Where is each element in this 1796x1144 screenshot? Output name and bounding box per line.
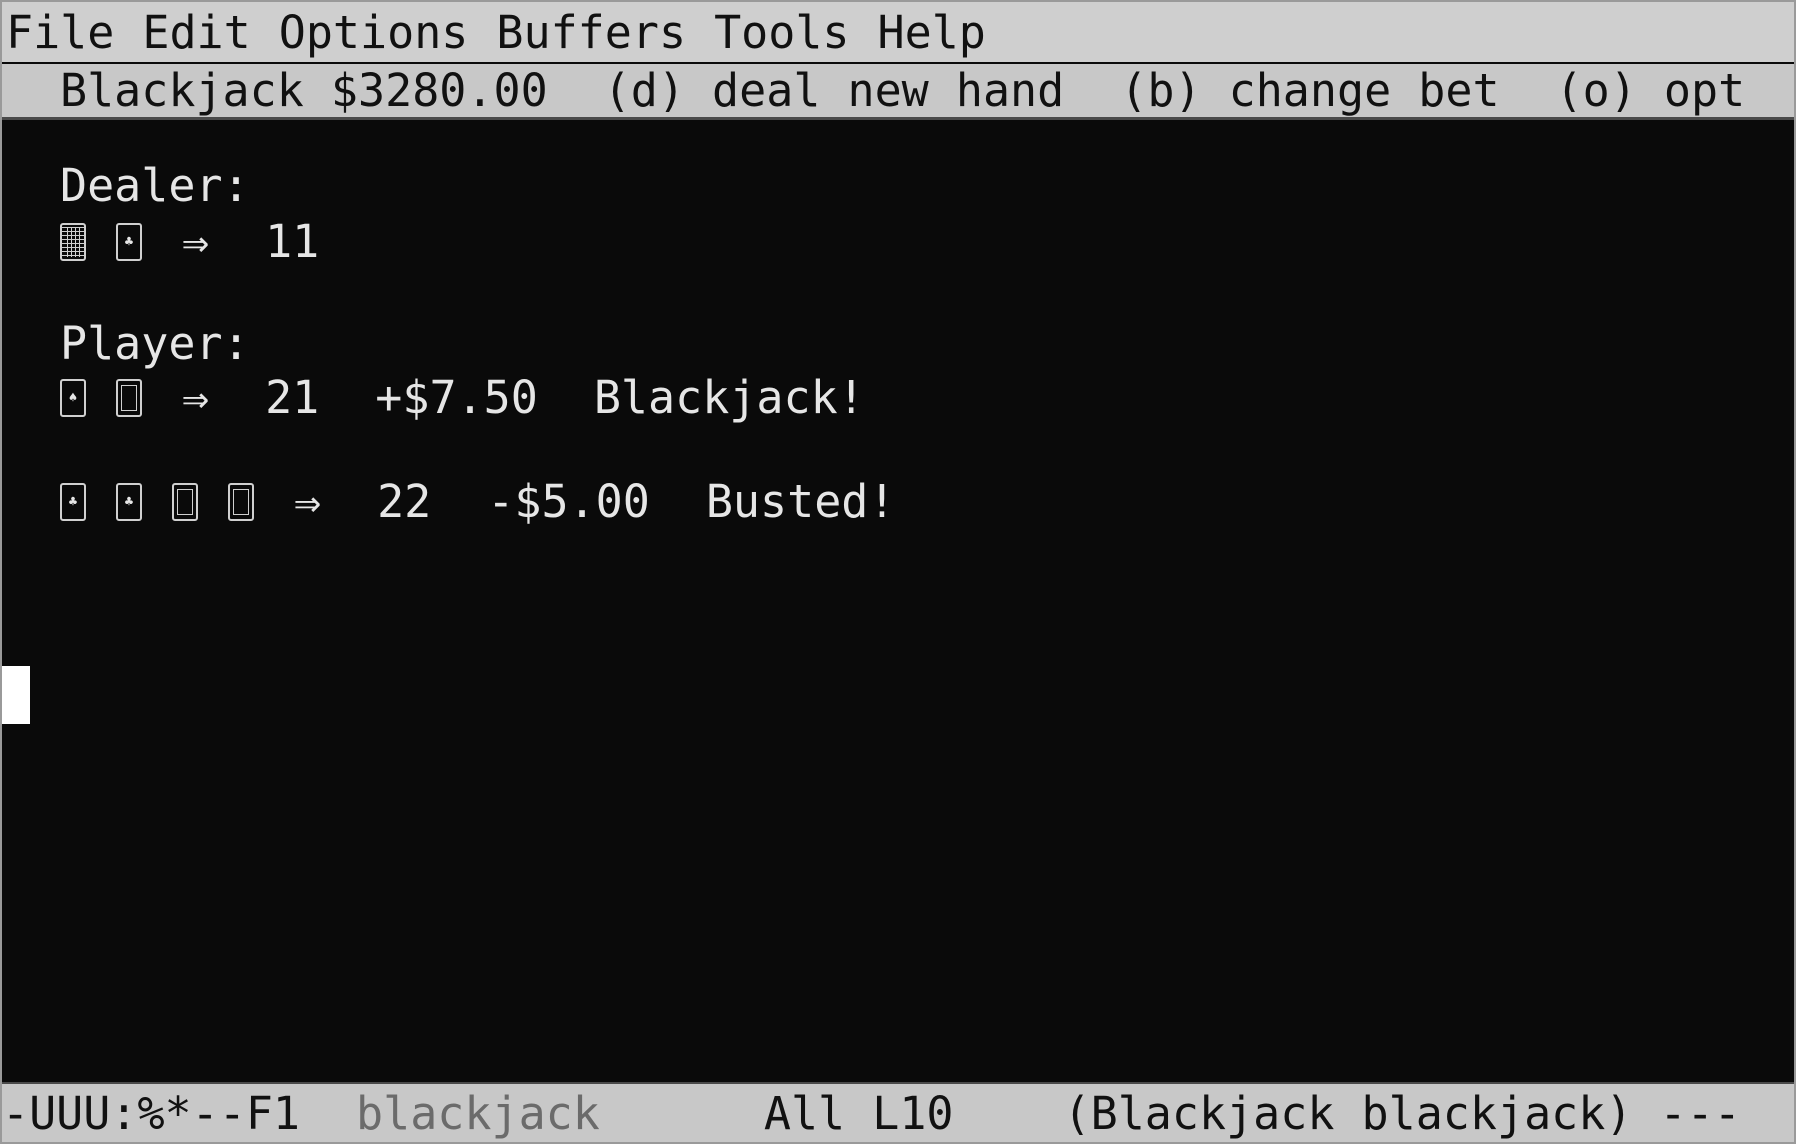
menu-buffers[interactable]: Buffers (492, 6, 686, 59)
arrow-icon: ⇒ (182, 371, 210, 424)
menu-help[interactable]: Help (874, 6, 986, 59)
buffer-name[interactable]: blackjack (356, 1087, 600, 1140)
dealer-hand: ♣ ⇒ 11 (60, 212, 319, 272)
bankroll-title: Blackjack $3280.00 (60, 64, 548, 117)
card-back-icon (60, 223, 86, 261)
options-hint: (o) opt (1555, 64, 1746, 117)
menu-bar: File Edit Options Buffers Tools Help (2, 2, 1794, 62)
buffer-body[interactable]: Dealer: ♣ ⇒ 11 Player: ♠ ⇒ 21 +$7.50 Bla… (2, 122, 1794, 1080)
menu-tools[interactable]: Tools (710, 6, 849, 59)
arrow-icon: ⇒ (182, 215, 210, 268)
deal-hint: (d) deal new hand (603, 64, 1065, 117)
jack-card-icon (172, 483, 198, 521)
hand-total: 21 (265, 371, 320, 424)
spade-card-icon: ♠ (60, 379, 86, 417)
text-cursor (2, 666, 30, 724)
dealer-total: 11 (265, 215, 320, 268)
queen-card-icon (228, 483, 254, 521)
mode-line: -UUU:%*--F1 blackjack All L10 (Blackjack… (2, 1082, 1794, 1142)
menu-file[interactable]: File (2, 6, 114, 59)
player-hand-2: ♣ ♣ ⇒ 22 -$5.00 Busted! (60, 472, 896, 532)
header-line: Blackjack $3280.00 (d) deal new hand (b)… (2, 64, 1794, 120)
hand-amount: -$5.00 (487, 475, 650, 528)
emacs-frame: File Edit Options Buffers Tools Help Bla… (0, 0, 1796, 1144)
club-card-icon: ♣ (116, 483, 142, 521)
club-card-icon: ♣ (60, 483, 86, 521)
hand-amount: +$7.50 (375, 371, 538, 424)
player-label: Player: (60, 317, 250, 370)
hand-total: 22 (377, 475, 432, 528)
menu-options[interactable]: Options (275, 6, 469, 59)
hand-result: Blackjack! (593, 371, 865, 424)
arrow-icon: ⇒ (294, 475, 322, 528)
major-mode[interactable]: (Blackjack blackjack) --- (1064, 1087, 1741, 1140)
dealer-label: Dealer: (60, 159, 250, 212)
hand-result: Busted! (705, 475, 896, 528)
club-card-icon: ♣ (116, 223, 142, 261)
buffer-position: All L10 (763, 1086, 954, 1140)
bet-hint: (b) change bet (1120, 64, 1500, 117)
player-hand-1: ♠ ⇒ 21 +$7.50 Blackjack! (60, 368, 865, 428)
king-card-icon (116, 379, 142, 417)
modeline-status: -UUU:%*--F1 (2, 1086, 301, 1140)
menu-edit[interactable]: Edit (138, 6, 250, 59)
